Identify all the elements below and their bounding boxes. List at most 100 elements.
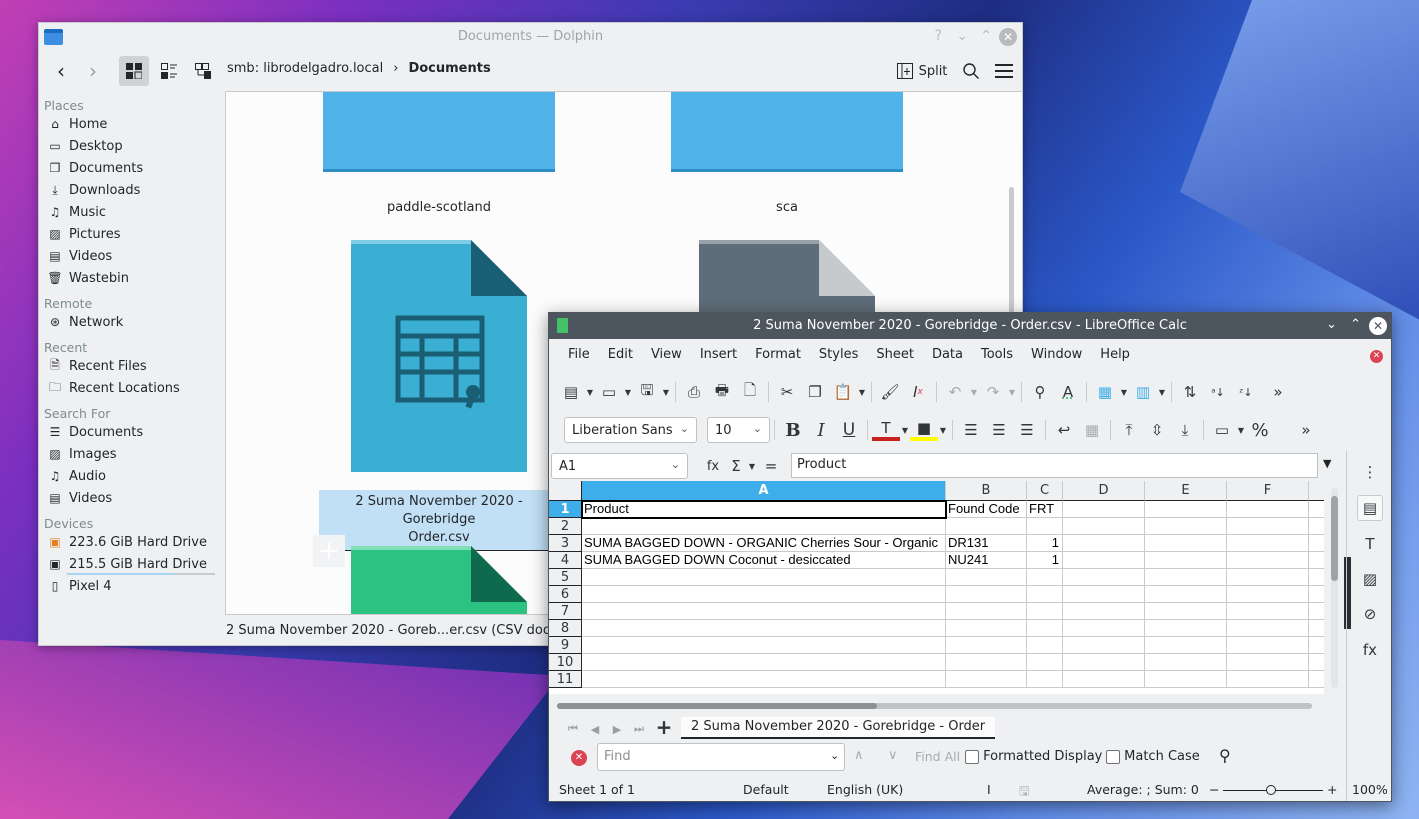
find-replace-icon[interactable]: ⚲ bbox=[1219, 746, 1231, 765]
hamburger-menu-button[interactable] bbox=[992, 59, 1016, 83]
cell[interactable]: FRT bbox=[1027, 501, 1063, 518]
menu-view[interactable]: View bbox=[642, 347, 691, 362]
compact-view-button[interactable] bbox=[157, 59, 181, 83]
cell[interactable] bbox=[582, 603, 946, 620]
currency-format-icon[interactable]: ▭ bbox=[1208, 416, 1236, 444]
vertical-scrollbar[interactable] bbox=[1009, 187, 1014, 327]
cell[interactable] bbox=[582, 569, 946, 586]
italic-icon[interactable]: I bbox=[807, 416, 835, 444]
menu-file[interactable]: File bbox=[559, 347, 599, 362]
cell[interactable] bbox=[946, 518, 1027, 535]
sort-icon[interactable]: ⇅ bbox=[1176, 378, 1204, 406]
cell[interactable] bbox=[1027, 569, 1063, 586]
cell[interactable] bbox=[1309, 569, 1324, 586]
cell[interactable] bbox=[1027, 603, 1063, 620]
sidebar-item-downloads[interactable]: ⤓ Downloads bbox=[39, 179, 224, 201]
cell[interactable] bbox=[1309, 535, 1324, 552]
cell[interactable] bbox=[1309, 620, 1324, 637]
cell[interactable] bbox=[582, 654, 946, 671]
align-bottom-icon[interactable]: ⤓ bbox=[1171, 416, 1199, 444]
cell[interactable] bbox=[1309, 603, 1324, 620]
cell[interactable] bbox=[1063, 586, 1145, 603]
cell[interactable] bbox=[1063, 654, 1145, 671]
align-top-icon[interactable]: ⤒ bbox=[1115, 416, 1143, 444]
sidebar-item-pictures[interactable]: ▨ Pictures bbox=[39, 223, 224, 245]
sidebar-item-search-images[interactable]: ▨ Images bbox=[39, 443, 224, 465]
column-header-b[interactable]: B bbox=[946, 481, 1027, 501]
cell[interactable] bbox=[1227, 501, 1309, 518]
merge-cells-icon[interactable]: ▦ bbox=[1078, 416, 1106, 444]
sidebar-item-recent-locations[interactable]: 🗀 Recent Locations bbox=[39, 377, 224, 399]
menu-insert[interactable]: Insert bbox=[691, 347, 746, 362]
cell[interactable] bbox=[1063, 518, 1145, 535]
row-header-2[interactable]: 2 bbox=[549, 518, 582, 535]
cell[interactable] bbox=[1145, 552, 1227, 569]
menu-sheet[interactable]: Sheet bbox=[867, 347, 923, 362]
cell[interactable] bbox=[1027, 654, 1063, 671]
formula-equals-icon[interactable]: = bbox=[757, 452, 785, 480]
underline-icon[interactable]: U bbox=[835, 416, 863, 444]
details-view-button[interactable] bbox=[191, 59, 215, 83]
selection-mode-icon[interactable]: I bbox=[987, 782, 991, 797]
zoom-in-button[interactable]: + bbox=[1327, 782, 1337, 797]
font-name-combo[interactable]: Liberation Sans ⌄ bbox=[564, 417, 697, 443]
cell[interactable] bbox=[1227, 654, 1309, 671]
cell[interactable] bbox=[1145, 620, 1227, 637]
cell[interactable] bbox=[1145, 535, 1227, 552]
csv-file-icon[interactable] bbox=[351, 240, 527, 472]
close-icon[interactable]: ✕ bbox=[999, 28, 1017, 46]
menu-data[interactable]: Data bbox=[923, 347, 972, 362]
cell[interactable] bbox=[1227, 603, 1309, 620]
cell[interactable] bbox=[1309, 501, 1324, 518]
undo-icon[interactable]: ↶ bbox=[941, 378, 969, 406]
close-find-bar-icon[interactable]: ✕ bbox=[571, 750, 587, 766]
column-header-c[interactable]: C bbox=[1027, 481, 1063, 501]
row-header-6[interactable]: 6 bbox=[549, 586, 582, 603]
export-pdf-icon[interactable]: ⎙ bbox=[680, 378, 708, 406]
row-header-8[interactable]: 8 bbox=[549, 620, 582, 637]
menu-tools[interactable]: Tools bbox=[972, 347, 1022, 362]
spelling-icon[interactable]: A bbox=[1054, 378, 1082, 406]
dropdown-arrow-icon[interactable]: ▼ bbox=[585, 388, 595, 397]
cell[interactable] bbox=[1309, 518, 1324, 535]
name-box[interactable]: A1 ⌄ bbox=[551, 453, 688, 479]
sidebar-item-wastebin[interactable]: 🗑 Wastebin bbox=[39, 267, 224, 289]
sidebar-item-search-audio[interactable]: ♫ Audio bbox=[39, 465, 224, 487]
add-overlay-icon[interactable]: + bbox=[313, 535, 345, 567]
sidebar-item-desktop[interactable]: ▭ Desktop bbox=[39, 135, 224, 157]
sidebar-item-search-documents[interactable]: ☰ Documents bbox=[39, 421, 224, 443]
row-header-7[interactable]: 7 bbox=[549, 603, 582, 620]
spreadsheet-file-icon[interactable] bbox=[351, 546, 527, 615]
navigator-icon[interactable]: ⊘ bbox=[1357, 601, 1383, 627]
cell[interactable]: SUMA BAGGED DOWN - ORGANIC Cherries Sour… bbox=[582, 535, 946, 552]
cell[interactable]: 1 bbox=[1027, 535, 1063, 552]
dropdown-arrow-icon[interactable]: ▼ bbox=[661, 388, 671, 397]
dropdown-arrow-icon[interactable]: ▼ bbox=[747, 462, 757, 471]
row-header-1[interactable]: 1 bbox=[549, 501, 582, 518]
align-right-icon[interactable]: ☰ bbox=[1013, 416, 1041, 444]
cell[interactable] bbox=[1063, 501, 1145, 518]
font-size-combo[interactable]: 10 ⌄ bbox=[707, 417, 770, 443]
match-case-checkbox[interactable] bbox=[1106, 749, 1120, 764]
sum-icon[interactable]: Σ bbox=[722, 452, 750, 480]
more-toolbar-icon[interactable]: » bbox=[1264, 378, 1292, 406]
row-header-10[interactable]: 10 bbox=[549, 654, 582, 671]
formula-input[interactable]: Product bbox=[791, 453, 1318, 478]
breadcrumb-current[interactable]: Documents bbox=[408, 61, 490, 76]
row-header-11[interactable]: 11 bbox=[549, 671, 582, 688]
background-color-icon[interactable]: ■ bbox=[910, 419, 938, 441]
cell[interactable] bbox=[1027, 586, 1063, 603]
cell[interactable] bbox=[1227, 535, 1309, 552]
print-icon[interactable]: 🖶 bbox=[708, 378, 736, 406]
cell[interactable] bbox=[582, 671, 946, 688]
sidebar-menu-icon[interactable]: ⋮ bbox=[1357, 459, 1383, 485]
menu-styles[interactable]: Styles bbox=[810, 347, 867, 362]
zoom-slider-handle[interactable] bbox=[1266, 785, 1276, 795]
scrollbar-thumb[interactable] bbox=[1331, 496, 1338, 581]
cell[interactable] bbox=[1063, 552, 1145, 569]
cell[interactable] bbox=[1063, 569, 1145, 586]
zoom-level[interactable]: 100% bbox=[1352, 782, 1388, 797]
dropdown-arrow-icon[interactable]: ▼ bbox=[1236, 426, 1246, 435]
sidebar-item-home[interactable]: ⌂ Home bbox=[39, 113, 224, 135]
cell[interactable]: Found Code bbox=[946, 501, 1027, 518]
